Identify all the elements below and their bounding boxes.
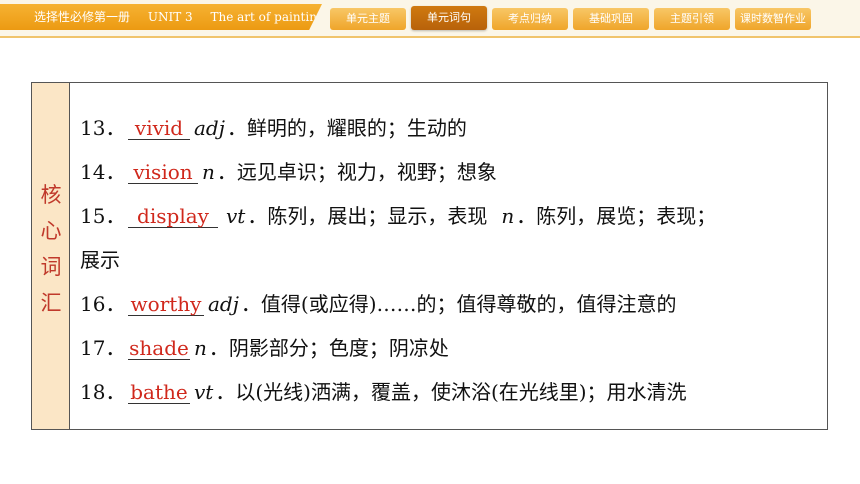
vocab-entry: 14． vision n ．远见卓识；视力，视野；想象 xyxy=(80,159,815,185)
vocab-entry-continued: 展示 xyxy=(80,248,120,272)
part-of-speech: vt xyxy=(226,204,246,228)
definition: ．鲜明的，耀眼的；生动的 xyxy=(226,116,467,140)
vocab-entry: 15． display vt ．陈列，展出；显示，表现 n ．陈列，展览；表现； xyxy=(80,203,815,229)
book-title: 选择性必修第一册 xyxy=(34,10,131,24)
header-bar: 选择性必修第一册 UNIT 3 The art of painting 单元主题… xyxy=(0,0,860,36)
entry-number: 17． xyxy=(80,336,126,360)
side-label-char: 汇 xyxy=(40,291,62,315)
answer-blank: shade xyxy=(128,336,190,360)
entry-number: 13． xyxy=(80,116,126,140)
entry-number: 15． xyxy=(80,204,126,228)
side-label: 核 心 词 汇 xyxy=(32,83,70,429)
definition: ．以(光线)洒满，覆盖，使沐浴(在光线里)；用水清洗 xyxy=(215,380,687,404)
part-of-speech: adj xyxy=(208,292,239,316)
header-divider xyxy=(0,36,860,38)
tab-theme-lead[interactable]: 主题引领 xyxy=(654,8,730,30)
tab-homework[interactable]: 课时数智作业 xyxy=(735,8,811,30)
part-of-speech: n xyxy=(194,336,207,360)
entry-number: 16． xyxy=(80,292,126,316)
tab-unit-words[interactable]: 单元词句 xyxy=(411,6,487,30)
side-label-char: 心 xyxy=(40,219,62,243)
vocab-entry: 13． vivid adj ．鲜明的，耀眼的；生动的 xyxy=(80,115,815,141)
answer-blank: worthy xyxy=(128,293,204,316)
nav-tabs: 单元主题 单元词句 考点归纳 基础巩固 主题引领 课时数智作业 xyxy=(330,6,811,30)
unit-number: UNIT 3 xyxy=(147,10,193,24)
answer-blank: display xyxy=(128,205,218,228)
course-banner: 选择性必修第一册 UNIT 3 The art of painting xyxy=(0,4,322,30)
answer-blank: bathe xyxy=(128,381,190,404)
vocab-entry: 17． shade n ．阴影部分；色度；阴凉处 xyxy=(80,335,815,361)
definition: ．远见卓识；视力，视野；想象 xyxy=(216,160,497,184)
definition: ．陈列，展出；显示，表现 xyxy=(247,204,488,228)
entry-number: 18． xyxy=(80,380,126,404)
side-label-char: 核 xyxy=(40,183,62,207)
definition: ．陈列，展览；表现； xyxy=(516,204,717,228)
tab-key-points[interactable]: 考点归纳 xyxy=(492,8,568,30)
part-of-speech: n xyxy=(501,204,515,228)
part-of-speech: n xyxy=(202,160,215,184)
side-label-char: 词 xyxy=(40,255,62,279)
part-of-speech: vt xyxy=(194,380,214,404)
vocabulary-panel: 核 心 词 汇 13． vivid adj ．鲜明的，耀眼的；生动的 14． visio… xyxy=(31,82,828,430)
part-of-speech: adj xyxy=(194,116,225,140)
definition: ．阴影部分；色度；阴凉处 xyxy=(208,336,449,360)
tab-basic-practice[interactable]: 基础巩固 xyxy=(573,8,649,30)
answer-blank: vivid xyxy=(128,117,190,140)
vocab-entry: 16． worthy adj ．值得(或应得)……的；值得尊敬的，值得注意的 xyxy=(80,291,815,317)
definition: ．值得(或应得)……的；值得尊敬的，值得注意的 xyxy=(240,292,677,316)
entry-number: 14． xyxy=(80,160,126,184)
vocab-entry: 18． bathe vt ．以(光线)洒满，覆盖，使沐浴(在光线里)；用水清洗 xyxy=(80,379,815,405)
unit-title: The art of painting xyxy=(210,10,325,24)
answer-blank: vision xyxy=(128,161,198,184)
tab-unit-theme[interactable]: 单元主题 xyxy=(330,8,406,30)
